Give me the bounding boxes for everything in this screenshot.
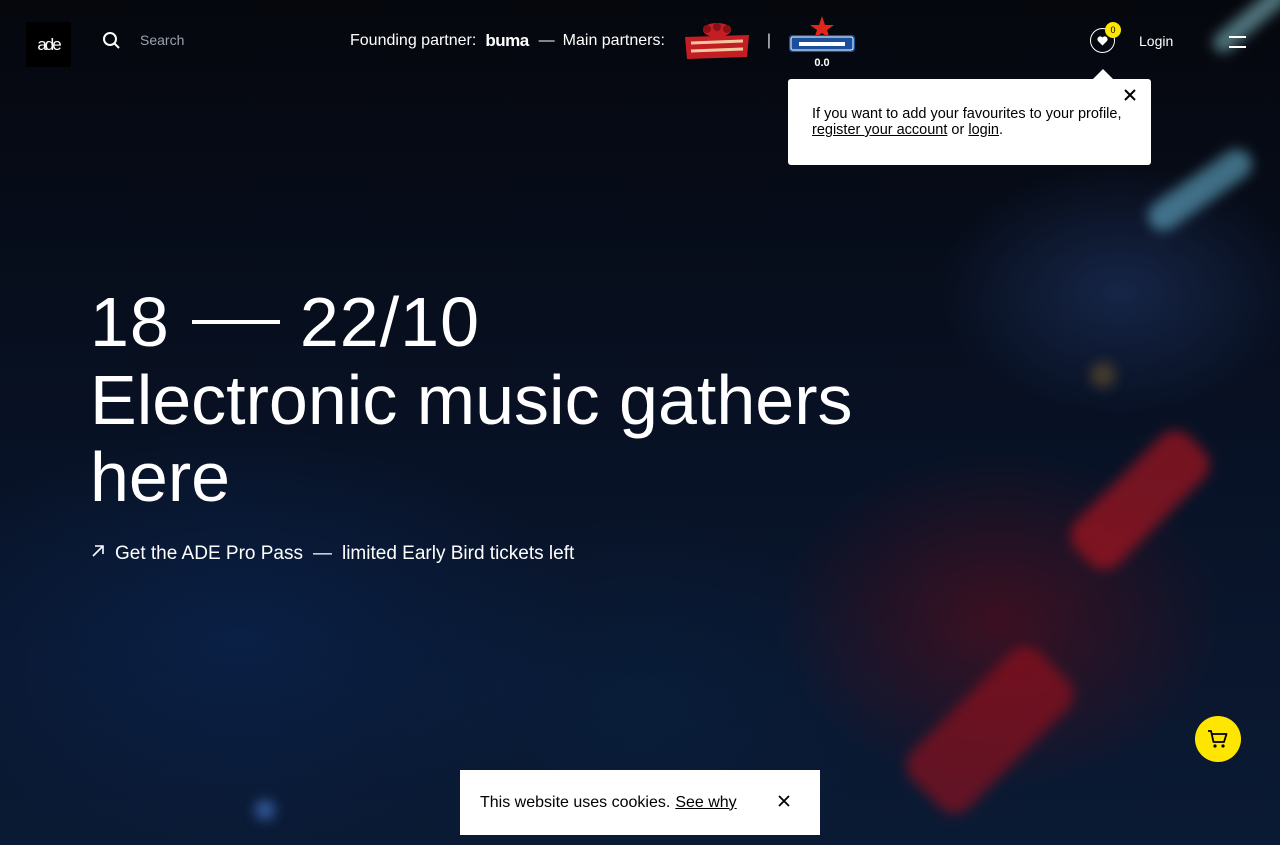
light-streak (1062, 422, 1218, 578)
heart-icon (1097, 35, 1108, 45)
search-icon[interactable] (102, 31, 122, 51)
light-streak (1142, 143, 1258, 237)
partners-dash: — (538, 32, 555, 49)
partners-divider: | (766, 32, 772, 49)
close-icon[interactable] (777, 794, 791, 808)
pro-pass-subtext: limited Early Bird tickets left (341, 543, 575, 564)
arrow-up-right-icon (92, 545, 104, 557)
pro-pass-link[interactable]: Get the ADE Pro Pass — limited Early Bir… (90, 543, 574, 565)
register-link[interactable]: register your account (812, 122, 947, 138)
cart-button[interactable] (1195, 716, 1241, 762)
site-header: ade Founding partner: buma — Main partne… (0, 0, 1280, 80)
light-dot (255, 800, 275, 820)
favourites-tooltip: If you want to add your favourites to yo… (788, 69, 1151, 165)
date-start: 18 (90, 283, 170, 361)
hero-headline: Electronic music gathers here (90, 361, 853, 516)
date-end: 22/10 (299, 283, 481, 361)
tooltip-period: . (999, 122, 1004, 138)
partners-bar: Founding partner: buma — Main partners: … (350, 14, 857, 69)
tooltip-login-link[interactable]: login (968, 122, 999, 138)
tooltip-or: or (947, 122, 969, 138)
cookie-bar: This website uses cookies. See why (460, 770, 820, 835)
tooltip-text: If you want to add your favourites to yo… (812, 106, 1122, 122)
search-input[interactable] (140, 29, 320, 51)
favourites-count-badge: 0 (1105, 22, 1121, 38)
svg-text:0.0: 0.0 (814, 57, 829, 68)
pro-pass-dash: — (312, 543, 332, 564)
heineken-logo[interactable]: 0.0 (787, 14, 857, 69)
close-icon[interactable] (1123, 88, 1137, 102)
pro-pass-label: Get the ADE Pro Pass (115, 543, 303, 564)
hero: 18 22/10 Electronic music gathers here (90, 282, 990, 516)
desperados-logo[interactable] (683, 21, 751, 61)
founding-partner-label: Founding partner: (350, 32, 477, 49)
cookie-see-why-link[interactable]: See why (675, 794, 736, 812)
menu-icon[interactable] (1229, 34, 1247, 50)
light-streak (898, 638, 1082, 822)
ade-logo[interactable]: ade (26, 22, 71, 67)
login-link[interactable]: Login (1139, 33, 1173, 49)
light-dot (1090, 362, 1116, 388)
cart-icon (1208, 730, 1228, 748)
buma-logo[interactable]: buma (485, 31, 529, 51)
cookie-message: This website uses cookies. (480, 793, 671, 811)
event-dates: 18 22/10 (90, 282, 990, 362)
date-range-line (191, 320, 280, 324)
main-partners-label: Main partners: (562, 32, 665, 49)
